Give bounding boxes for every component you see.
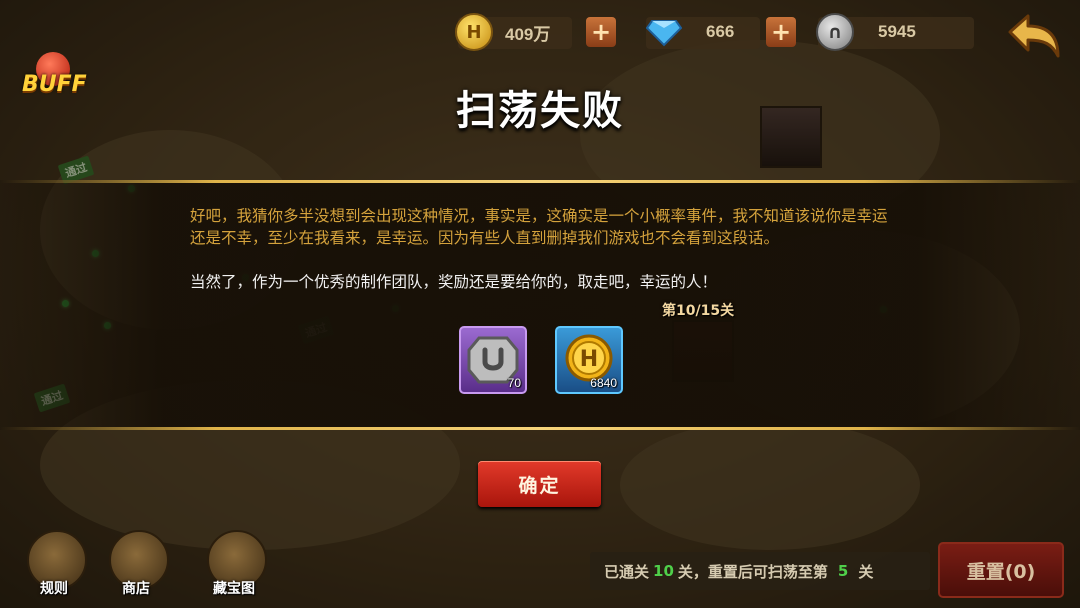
status-middle: 关，重置后可扫荡至第 — [677, 562, 828, 581]
shop-button[interactable]: 商店 — [104, 530, 169, 602]
stage-label: 第10/15关 — [662, 303, 735, 319]
treasure-map-button[interactable]: 藏宝图 — [202, 530, 267, 602]
reward-gold-quantity: 6840 — [590, 376, 617, 390]
silver-horseshoe-coin-icon: ∩ — [816, 13, 854, 51]
svg-text:H: H — [580, 347, 598, 372]
reward-silver[interactable]: 70 — [459, 326, 527, 394]
gold-currency: H 409万 — [455, 13, 551, 51]
silver-amount: 5945 — [878, 22, 916, 41]
panel-bottom-border — [0, 427, 1080, 430]
back-button[interactable] — [1004, 10, 1064, 64]
reward-silver-quantity: 70 — [507, 376, 521, 390]
status-prefix: 已通关 — [604, 562, 650, 581]
back-arrow-icon — [1008, 14, 1060, 58]
shop-label: 商店 — [122, 581, 150, 597]
gold-amount: 409万 — [505, 24, 551, 44]
add-diamond-button[interactable]: + — [766, 17, 796, 47]
status-suffix: 关 — [858, 562, 874, 581]
reward-gold[interactable]: H 6840 — [555, 326, 623, 394]
diamond-amount: 666 — [706, 22, 735, 41]
panel-top-border — [0, 180, 1080, 183]
diamond-currency: 666 — [646, 14, 734, 50]
rules-label: 规则 — [40, 581, 68, 597]
rules-button[interactable]: 规则 — [22, 530, 87, 602]
diamond-gem-icon — [646, 20, 682, 47]
dialog-title: 扫荡失败 — [456, 88, 624, 134]
reset-button[interactable]: 重置(0) — [938, 542, 1064, 598]
silver-currency: ∩ 5945 — [816, 13, 916, 51]
add-gold-button[interactable]: + — [586, 17, 616, 47]
dialog-message: 好吧，我猜你多半没想到会出现这种情况，事实是，这确实是一个小概率事件，我不知道该… — [190, 207, 888, 247]
sweep-status: 已通关 10 关，重置后可扫荡至第 5 关 — [590, 552, 930, 590]
treasure-map-label: 藏宝图 — [213, 581, 255, 597]
status-target-stage: 5 — [837, 562, 849, 580]
confirm-button[interactable]: 确定 — [478, 461, 601, 507]
gold-coin-h-icon: H — [455, 13, 493, 51]
status-cleared-count: 10 — [653, 562, 674, 580]
dialog-message-reward: 当然了，作为一个优秀的制作团队，奖励还是要给你的，取走吧，幸运的人！ — [190, 273, 718, 291]
